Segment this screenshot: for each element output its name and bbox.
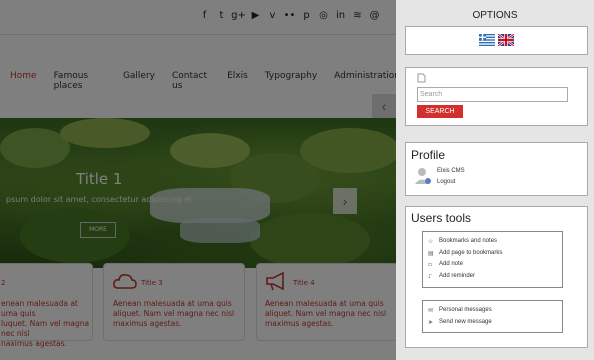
add-page-icon: ▤ [428, 249, 434, 257]
options-panel: OPTIONS Search SEARCH Profile Elxis CMS … [396, 0, 594, 360]
list-item[interactable]: ♪ Add reminder [423, 271, 562, 283]
avatar [415, 168, 431, 184]
profile-name: Elxis CMS [437, 168, 465, 174]
users-tools-module: Users tools ☆ Bookmarks and notes ▤ Add pa… [405, 206, 588, 348]
note-icon: ▫ [428, 261, 433, 268]
dim-overlay[interactable] [0, 0, 396, 360]
list-item[interactable]: ▤ Add page to bookmarks [423, 248, 562, 260]
bookmark-tools-list: ☆ Bookmarks and notes ▤ Add page to bookma… [422, 231, 563, 288]
search-input[interactable]: Search [417, 87, 568, 102]
list-item[interactable]: ▫ Add note [423, 259, 562, 271]
messages-tools-list: ✉ Personal messages ➤ Send new message [422, 300, 563, 333]
logout-link[interactable]: Logout [437, 179, 455, 185]
list-item[interactable]: ➤ Send new message [423, 317, 562, 329]
users-tools-heading: Users tools [411, 211, 472, 225]
list-item[interactable]: ✉ Personal messages [423, 305, 562, 317]
uk-flag-icon[interactable] [498, 34, 514, 46]
profile-heading: Profile [411, 148, 446, 162]
list-item[interactable]: ☆ Bookmarks and notes [423, 236, 562, 248]
bell-icon: ♪ [428, 272, 432, 280]
panel-title: OPTIONS [472, 10, 518, 21]
language-selector [405, 26, 588, 55]
envelope-icon: ✉ [428, 307, 434, 314]
search-button[interactable]: SEARCH [417, 105, 463, 118]
document-icon [417, 73, 426, 83]
star-icon: ☆ [428, 238, 434, 245]
send-icon: ➤ [428, 318, 434, 326]
search-module: Search SEARCH [405, 67, 588, 126]
greek-flag-icon[interactable] [479, 34, 495, 46]
profile-module: Profile Elxis CMS Logout [405, 142, 588, 196]
